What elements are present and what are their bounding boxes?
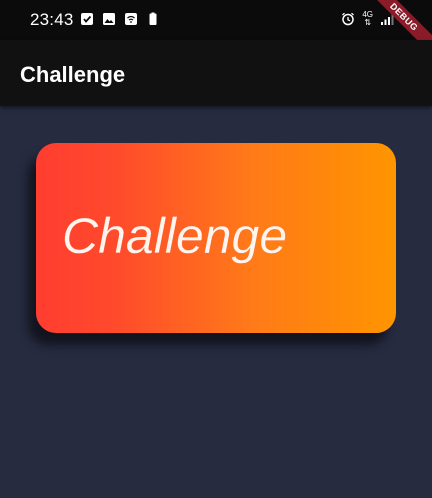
app-bar: Challenge: [0, 40, 432, 106]
challenge-card-label: Challenge: [62, 208, 288, 264]
page-title: Challenge: [20, 62, 126, 87]
alarm-icon: [342, 12, 355, 26]
data-arrows-icon: ⇅: [364, 18, 372, 27]
check-notification-icon: [81, 13, 93, 25]
status-right-icons: 4G ⇅: [341, 11, 394, 27]
status-time: 23:43: [30, 10, 74, 29]
battery-saver-icon: [149, 12, 157, 25]
network-icon: 4G ⇅: [362, 11, 373, 27]
status-left-icons: [80, 12, 160, 26]
image-notification-icon: [103, 13, 115, 25]
challenge-card[interactable]: Challenge: [36, 143, 396, 333]
status-bar: 23:43 4G ⇅ DEBUG: [0, 0, 432, 58]
wifi-icon: [125, 13, 137, 25]
